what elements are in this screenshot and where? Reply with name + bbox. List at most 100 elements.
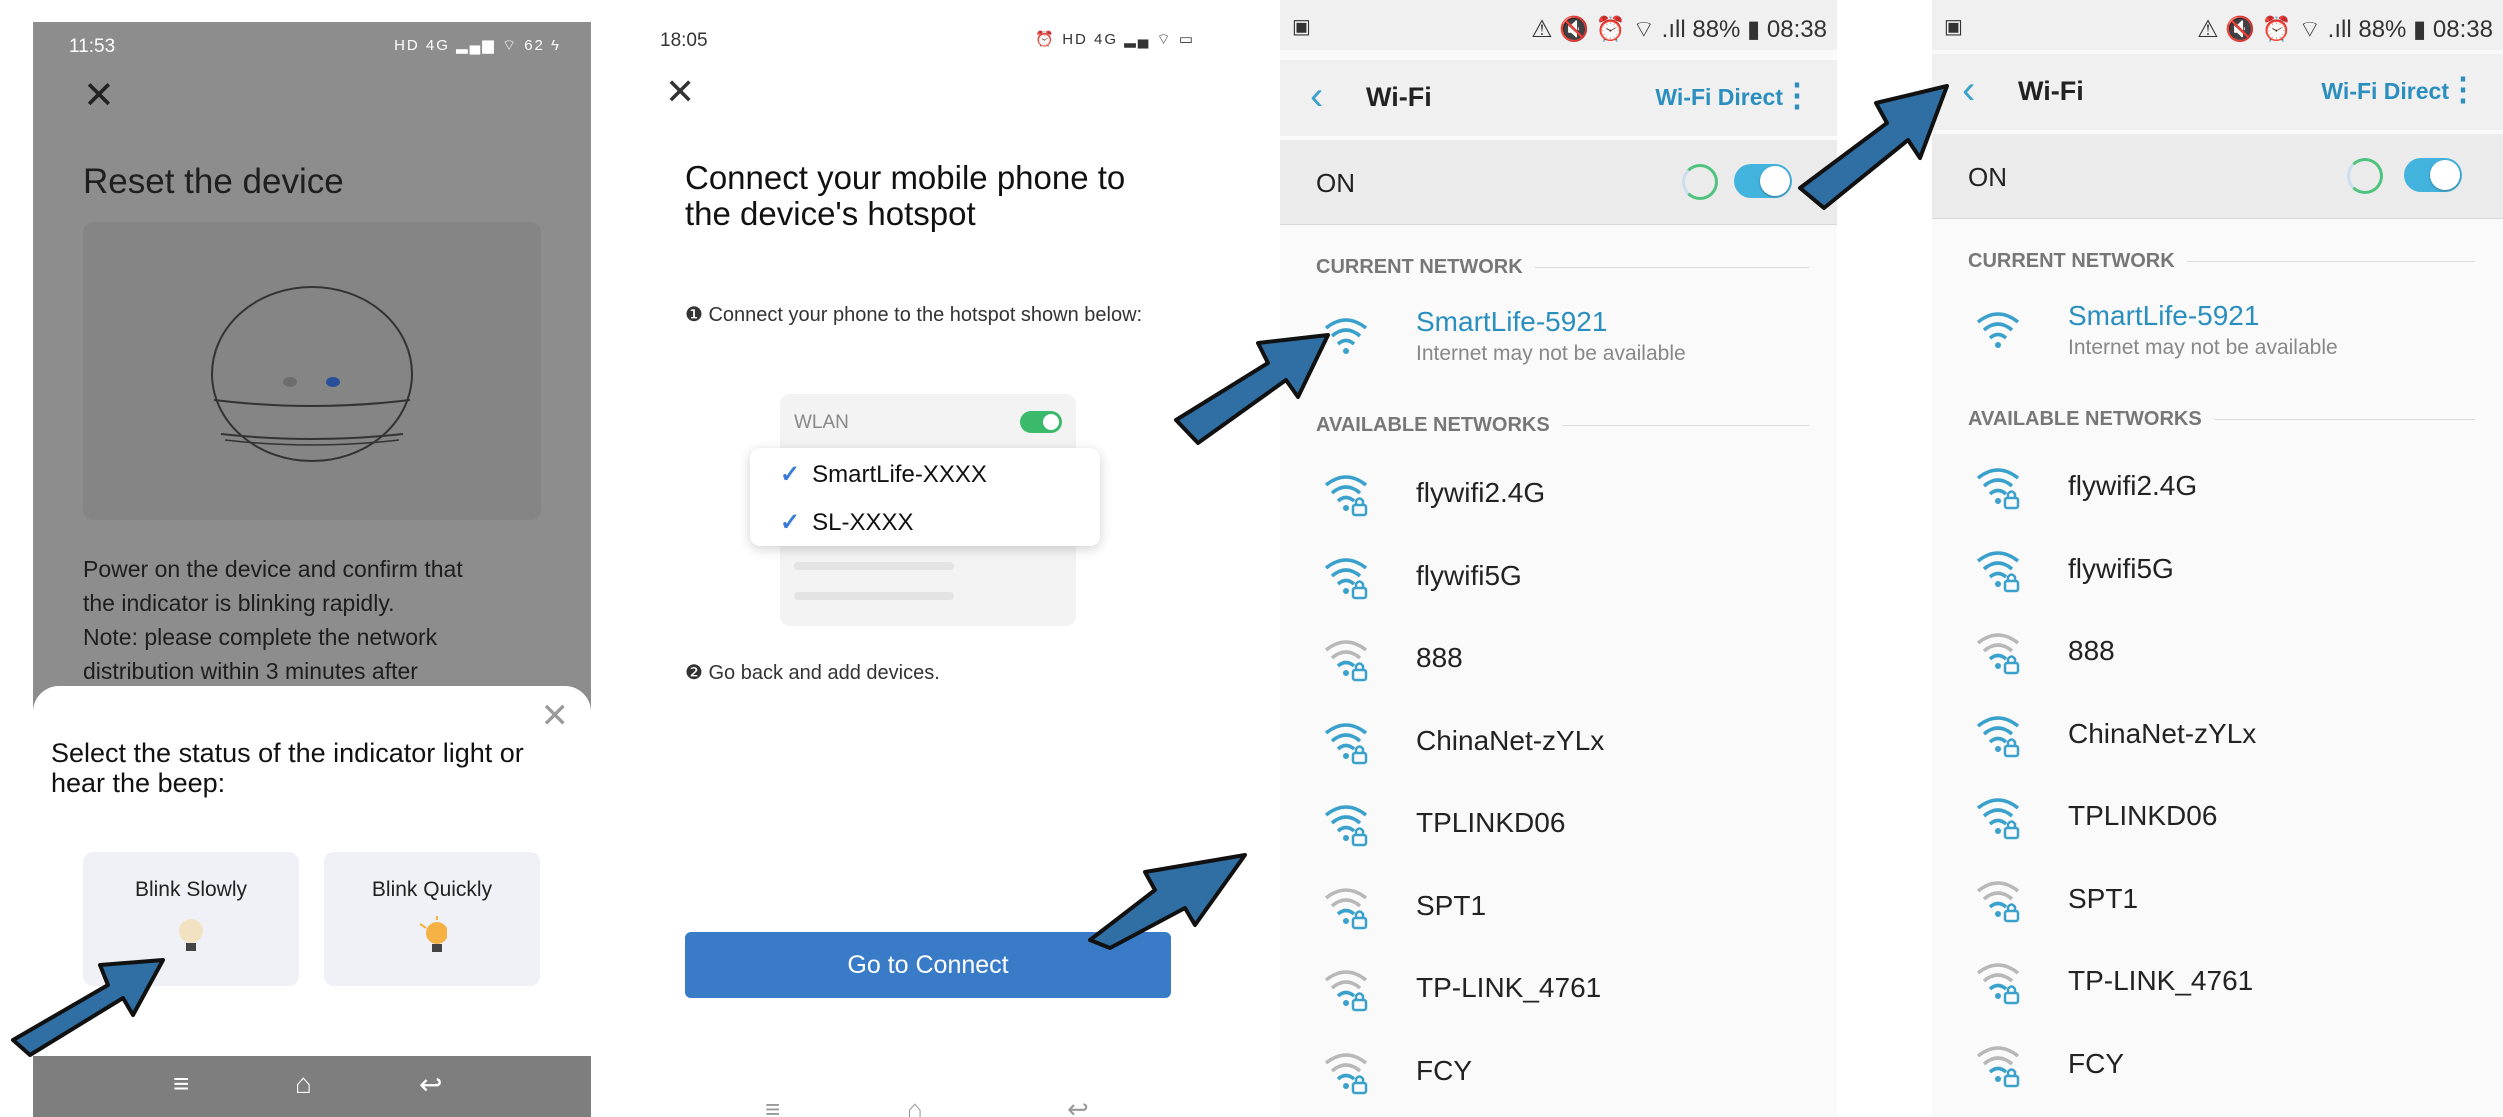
blink-slowly-option[interactable]: Blink Slowly xyxy=(83,852,299,986)
close-icon[interactable]: ✕ xyxy=(665,74,695,110)
network-item[interactable]: TPLINKD06 xyxy=(1932,776,2503,856)
step-one-text: ❶ Connect your phone to the hotspot show… xyxy=(685,304,1143,326)
instruction-line: Power on the device and confirm that xyxy=(83,556,463,582)
network-item[interactable]: ChinaNet-zYLx xyxy=(1932,694,2503,774)
home-icon[interactable]: ⌂ xyxy=(907,1094,923,1117)
notification-icon: ▣ xyxy=(1292,16,1311,38)
page-title: Reset the device xyxy=(83,162,344,201)
current-network-item[interactable]: SmartLife-5921 Internet may not be avail… xyxy=(1280,296,1837,376)
network-item[interactable]: 888 xyxy=(1932,611,2503,691)
current-network-item[interactable]: SmartLife-5921 Internet may not be avail… xyxy=(1932,290,2503,370)
wifi-locked-icon xyxy=(1976,633,2020,675)
wlan-toggle-icon xyxy=(1020,411,1062,433)
network-item[interactable]: 888 xyxy=(1280,618,1837,698)
back-icon[interactable]: ↩ xyxy=(1067,1094,1089,1117)
network-name: SPT1 xyxy=(1416,889,1487,921)
bulb-on-icon xyxy=(419,916,455,952)
device-icon xyxy=(211,286,413,462)
wifi-signal-icon xyxy=(1976,312,2020,348)
page-title: Connect your mobile phone to the device'… xyxy=(685,159,1126,232)
status-icons: ⚠ 🔇 ⏰ ⌔ .ıll 88% ▮ 08:38 xyxy=(2197,16,2493,43)
connect-hotspot-screen: 18:05 ⏰ HD 4G ▂▄ ⌔ ▭ ✕ Connect your mobi… xyxy=(645,0,1225,1117)
option-label: Blink Slowly xyxy=(134,878,248,901)
scanning-spinner-icon xyxy=(1682,164,1718,200)
section-header: CURRENT NETWORK xyxy=(1316,256,1809,279)
network-name: ChinaNet-zYLx xyxy=(2068,717,2257,749)
wifi-locked-icon xyxy=(1976,1045,2020,1087)
network-item[interactable]: flywifi5G xyxy=(1932,529,2503,609)
wifi-direct-button[interactable]: Wi-Fi Direct xyxy=(2321,78,2449,105)
notification-icon: ▣ xyxy=(1944,16,1963,38)
back-icon[interactable]: ‹ xyxy=(1310,74,1323,119)
home-icon[interactable]: ⌂ xyxy=(295,1068,312,1100)
check-icon: ✓ xyxy=(780,509,801,536)
indicator-status-sheet: ✕ Select the status of the indicator lig… xyxy=(33,686,591,1056)
status-icons: HD 4G ▂▄▆ ⌔ 62 ϟ xyxy=(394,37,561,54)
wifi-on-label: ON xyxy=(1316,168,1355,198)
menu-icon[interactable]: ≡ xyxy=(173,1068,189,1100)
network-name: flywifi5G xyxy=(1416,559,1522,591)
network-name: SPT1 xyxy=(2068,882,2139,914)
network-name: TPLINKD06 xyxy=(1416,807,1566,838)
more-options-icon[interactable]: ⋮ xyxy=(2447,70,2479,108)
wlan-label: WLAN xyxy=(794,412,849,433)
network-item[interactable]: TP-LINK_4761 xyxy=(1932,941,2503,1021)
section-header: AVAILABLE NETWORKS xyxy=(1316,414,1809,437)
wifi-locked-icon xyxy=(1324,475,1368,517)
wifi-direct-button[interactable]: Wi-Fi Direct xyxy=(1655,84,1783,111)
wifi-settings-screen: ▣ ⚠ 🔇 ⏰ ⌔ .ıll 88% ▮ 08:38 ‹ Wi-Fi Wi-Fi… xyxy=(1280,0,1837,1117)
menu-icon[interactable]: ≡ xyxy=(765,1094,780,1117)
more-options-icon[interactable]: ⋮ xyxy=(1781,76,1813,114)
network-name: TP-LINK_4761 xyxy=(2068,965,2254,996)
page-title: Wi-Fi xyxy=(2018,76,2084,106)
wifi-toggle[interactable] xyxy=(2404,158,2462,192)
network-status: Internet may not be available xyxy=(1416,342,1686,365)
app-bar: ‹ Wi-Fi Wi-Fi Direct ⋮ xyxy=(1280,60,1837,136)
go-to-connect-button[interactable]: Go to Connect xyxy=(685,932,1171,998)
option-label: Blink Quickly xyxy=(371,878,493,901)
status-bar: 11:53 HD 4G ▂▄▆ ⌔ 62 ϟ xyxy=(69,32,561,62)
hotspot-item: ✓ SL-XXXX xyxy=(780,508,914,537)
network-item[interactable]: flywifi2.4G xyxy=(1932,446,2503,526)
network-item[interactable]: ChinaNet-zYLx xyxy=(1280,701,1837,781)
wifi-locked-icon xyxy=(1976,468,2020,510)
section-header: AVAILABLE NETWORKS xyxy=(1968,408,2475,431)
status-bar: ▣ ⚠ 🔇 ⏰ ⌔ .ıll 88% ▮ 08:38 xyxy=(1932,0,2503,50)
network-item[interactable]: FCY xyxy=(1280,1031,1837,1111)
network-status: Internet may not be available xyxy=(2068,336,2338,359)
app-bar: ‹ Wi-Fi Wi-Fi Direct ⋮ xyxy=(1932,54,2503,130)
network-item[interactable]: FCY xyxy=(1932,1024,2503,1104)
network-item[interactable]: flywifi2.4G xyxy=(1280,453,1837,533)
page-title: Wi-Fi xyxy=(1366,82,1432,112)
wifi-switch-row: ON xyxy=(1280,140,1837,225)
wifi-switch-row: ON xyxy=(1932,134,2503,219)
wifi-signal-icon xyxy=(1324,318,1368,354)
wifi-locked-icon xyxy=(1976,715,2020,757)
network-item[interactable]: SPT1 xyxy=(1932,859,2503,939)
wifi-toggle[interactable] xyxy=(1734,164,1792,198)
wifi-locked-icon xyxy=(1324,887,1368,929)
check-icon: ✓ xyxy=(780,461,801,488)
wifi-locked-icon xyxy=(1324,557,1368,599)
bulb-off-icon xyxy=(179,919,203,951)
status-icons: ⏰ HD 4G ▂▄ ⌔ ▭ xyxy=(1035,31,1195,48)
wifi-locked-icon xyxy=(1976,963,2020,1005)
network-name: flywifi2.4G xyxy=(2068,470,2198,501)
network-name: SmartLife-5921 xyxy=(2068,300,2260,331)
network-item[interactable]: TP-LINK_4761 xyxy=(1280,948,1837,1028)
sheet-close-icon[interactable]: ✕ xyxy=(541,696,570,736)
back-icon[interactable]: ‹ xyxy=(1962,68,1975,113)
instruction-text: Power on the device and confirm that the… xyxy=(83,552,553,688)
close-icon[interactable]: ✕ xyxy=(83,77,115,115)
network-name: TPLINKD06 xyxy=(2068,800,2218,831)
network-name: flywifi5G xyxy=(2068,552,2174,584)
network-item[interactable]: flywifi5G xyxy=(1280,536,1837,616)
hotspot-list: ✓ SmartLife-XXXX ✓ SL-XXXX xyxy=(750,448,1100,546)
wifi-locked-icon xyxy=(1324,805,1368,847)
placeholder-line xyxy=(794,592,954,600)
back-icon[interactable]: ↩ xyxy=(419,1068,442,1101)
blink-quickly-option[interactable]: Blink Quickly xyxy=(324,852,540,986)
network-item[interactable]: TPLINKD06 xyxy=(1280,783,1837,863)
network-item[interactable]: SPT1 xyxy=(1280,866,1837,946)
section-header: CURRENT NETWORK xyxy=(1968,250,2475,273)
